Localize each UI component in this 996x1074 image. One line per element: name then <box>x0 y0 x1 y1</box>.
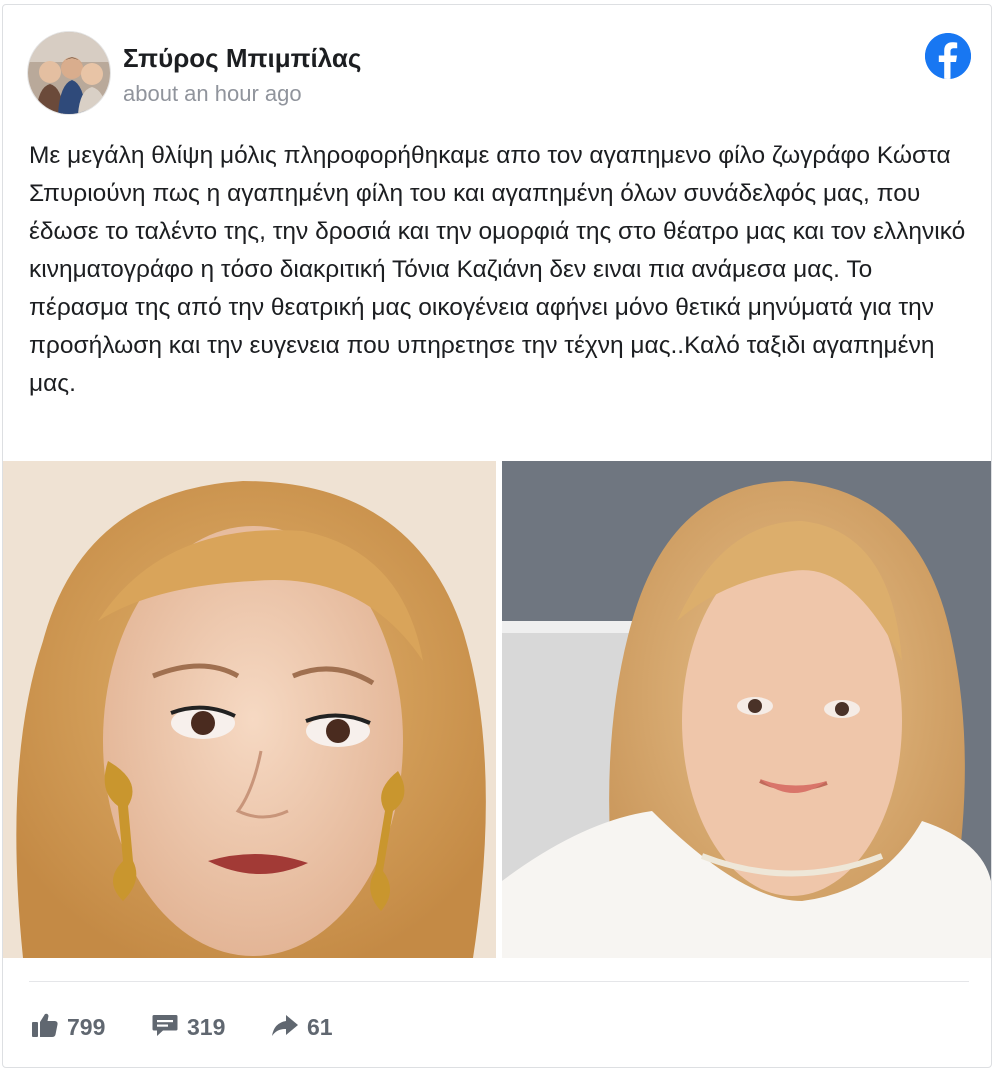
post-photo-right[interactable] <box>502 461 991 958</box>
post-stats: 799 319 61 <box>31 1009 631 1045</box>
thumbs-up-icon <box>31 1011 59 1044</box>
post-header: Σπύρος Μπιμπίλας about an hour ago <box>27 31 971 115</box>
facebook-post-card: Σπύρος Μπιμπίλας about an hour ago Με με… <box>2 4 992 1068</box>
post-timestamp[interactable]: about an hour ago <box>123 81 302 107</box>
post-text: Με μεγάλη θλίψη μόλις πληροφορήθηκαμε απ… <box>29 142 966 397</box>
share-count-value: 61 <box>307 1013 333 1040</box>
post-photos <box>3 461 991 958</box>
like-count-value: 799 <box>67 1013 106 1040</box>
stats-divider <box>29 981 969 982</box>
share-count[interactable]: 61 <box>271 1009 333 1045</box>
author-name[interactable]: Σπύρος Μπιμπίλας <box>123 43 361 74</box>
like-count[interactable]: 799 <box>31 1009 105 1045</box>
author-avatar[interactable] <box>27 31 111 115</box>
facebook-icon[interactable] <box>925 33 971 79</box>
comment-icon <box>151 1011 179 1044</box>
post-photo-left[interactable] <box>3 461 496 958</box>
share-arrow-icon <box>271 1011 299 1044</box>
comment-count-value: 319 <box>187 1013 226 1040</box>
comment-count[interactable]: 319 <box>151 1009 225 1045</box>
